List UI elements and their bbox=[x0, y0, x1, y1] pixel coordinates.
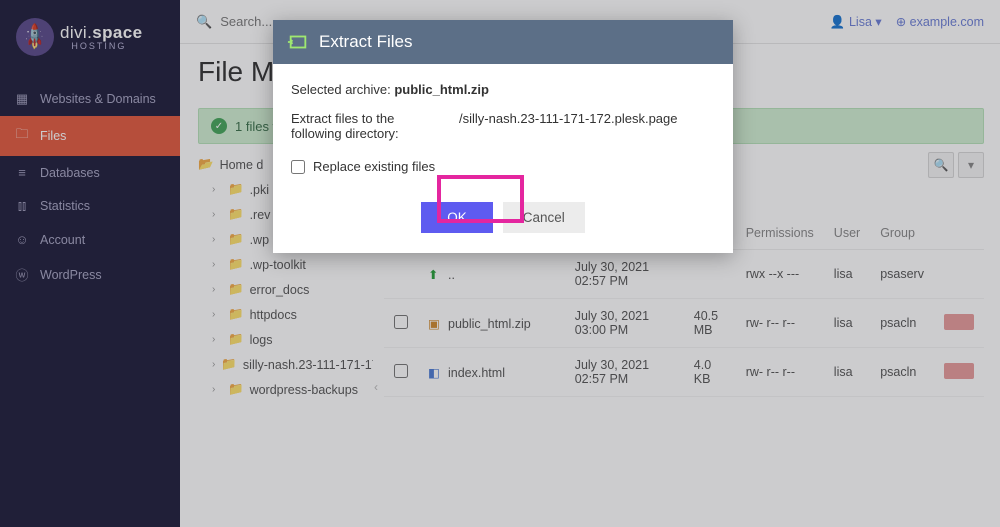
directory-value: /silly-nash.23-111-171-172.plesk.page bbox=[459, 111, 678, 141]
extract-dialog: Extract Files Selected archive: public_h… bbox=[273, 20, 733, 253]
archive-line: Selected archive: public_html.zip bbox=[291, 82, 715, 97]
dialog-actions: OK Cancel bbox=[291, 202, 715, 233]
replace-checkbox[interactable] bbox=[291, 160, 305, 174]
archive-name: public_html.zip bbox=[394, 82, 489, 97]
extract-icon bbox=[287, 31, 309, 53]
dialog-title: Extract Files bbox=[319, 32, 413, 52]
directory-label: Extract files to the following directory… bbox=[291, 111, 441, 141]
dialog-header: Extract Files bbox=[273, 20, 733, 64]
directory-row: Extract files to the following directory… bbox=[291, 111, 715, 141]
archive-label: Selected archive: bbox=[291, 82, 391, 97]
cancel-button[interactable]: Cancel bbox=[503, 202, 585, 233]
replace-check-row[interactable]: Replace existing files bbox=[291, 159, 715, 174]
replace-label: Replace existing files bbox=[313, 159, 435, 174]
ok-button[interactable]: OK bbox=[421, 202, 493, 233]
dialog-body: Selected archive: public_html.zip Extrac… bbox=[273, 64, 733, 253]
